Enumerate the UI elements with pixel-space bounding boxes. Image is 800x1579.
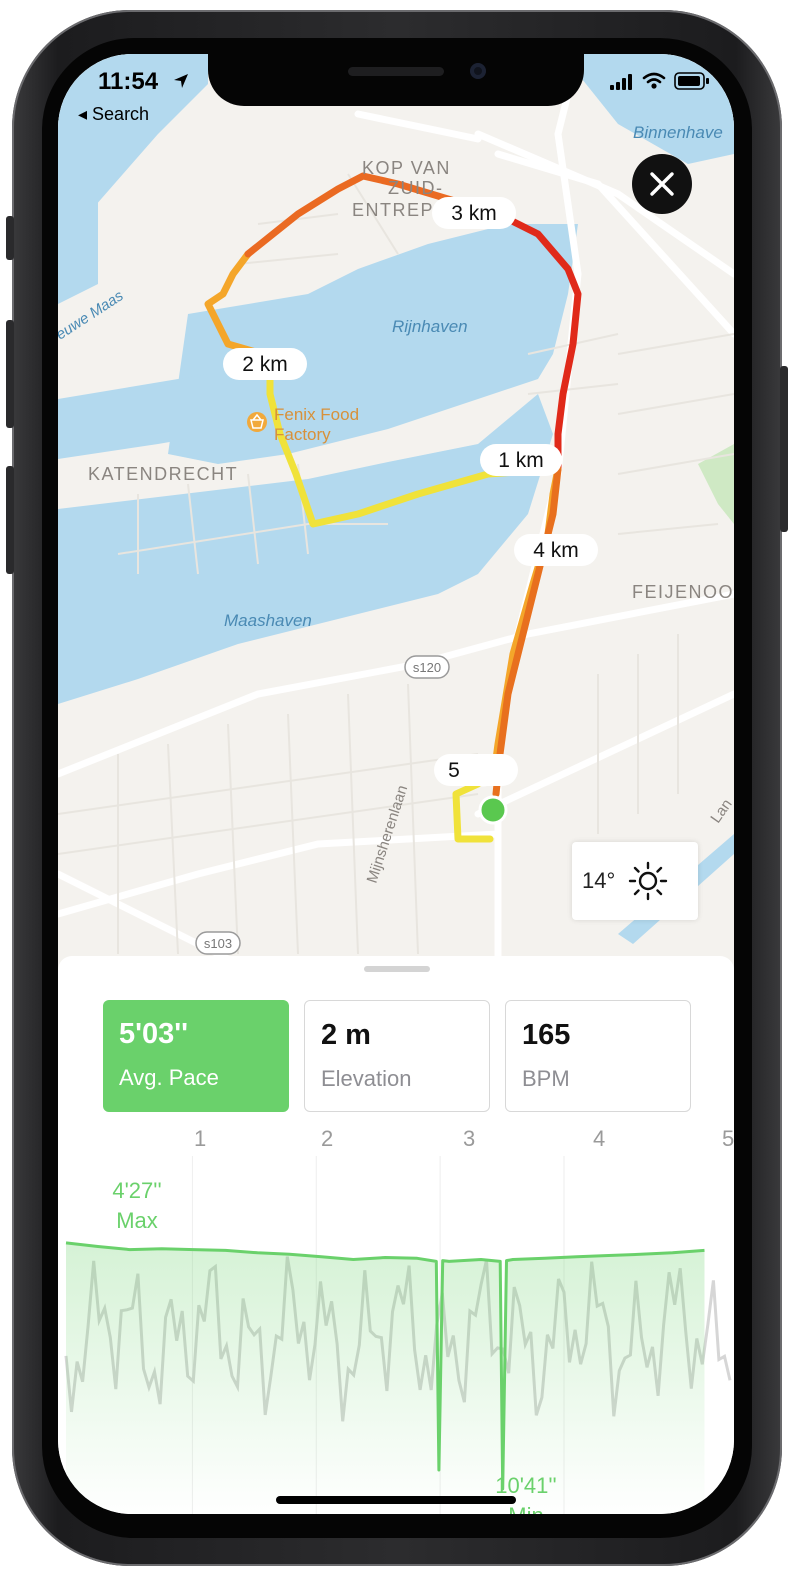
svg-text:2 km: 2 km xyxy=(242,353,288,376)
stat-value: 165 xyxy=(522,1019,571,1051)
stat-label: Elevation xyxy=(321,1066,412,1091)
start-marker[interactable] xyxy=(478,795,508,825)
volume-down-button xyxy=(6,466,14,574)
water-label: Maashaven xyxy=(224,611,312,630)
battery-icon xyxy=(674,72,709,90)
road-badge: s120 xyxy=(404,655,450,679)
svg-text:3 km: 3 km xyxy=(451,202,497,225)
district-label: FEIJENOO xyxy=(632,582,734,602)
back-to-search-link[interactable]: ◂ Search xyxy=(78,104,149,125)
km-axis-tick: 4 xyxy=(593,1126,606,1151)
district-label: ENTREP xyxy=(352,200,434,220)
km-marker-3: 3 km xyxy=(432,197,516,229)
notch xyxy=(208,54,584,106)
km-axis-tick: 2 xyxy=(321,1126,334,1151)
volume-up-button xyxy=(6,320,14,428)
home-indicator[interactable] xyxy=(276,1496,516,1504)
water-label: Binnenhave xyxy=(633,123,723,142)
stat-bpm[interactable]: 165 BPM xyxy=(505,1000,691,1112)
road-badge: s103 xyxy=(195,931,241,955)
close-icon xyxy=(650,172,674,196)
min-pace-label: 10'41'' Min xyxy=(495,1473,557,1514)
stat-avg-pace[interactable]: 5'03'' Avg. Pace xyxy=(103,1000,289,1112)
stat-elevation[interactable]: 2 m Elevation xyxy=(304,1000,490,1112)
pace-area xyxy=(66,1242,705,1514)
svg-text:4 km: 4 km xyxy=(533,539,579,562)
weather-badge: 14° xyxy=(572,842,698,920)
km-marker-1: 1 km xyxy=(480,444,562,476)
stat-value: 2 m xyxy=(321,1019,371,1051)
cellular-signal-icon xyxy=(610,74,632,90)
km-marker-2: 2 km xyxy=(223,348,307,380)
max-pace-label: 4'27'' Max xyxy=(112,1178,162,1233)
district-label: ZUID- xyxy=(388,178,444,198)
workout-details-panel: 5'03'' Avg. Pace 2 m Elevation 165 BPM 1… xyxy=(58,956,734,1514)
speaker xyxy=(348,67,444,76)
close-button[interactable] xyxy=(632,154,692,214)
km-marker-5: 5 xyxy=(434,754,518,786)
mute-switch xyxy=(6,216,14,260)
svg-text:1 km: 1 km xyxy=(498,449,544,472)
water-label: Rijnhaven xyxy=(392,317,468,336)
status-indicators xyxy=(610,72,710,90)
stat-value: 5'03'' xyxy=(119,1018,189,1050)
svg-text:s120: s120 xyxy=(413,660,441,675)
temperature-value: 14° xyxy=(582,868,616,893)
status-time: 11:54 xyxy=(98,68,159,95)
km-axis-tick: 1 xyxy=(194,1126,207,1151)
svg-text:s103: s103 xyxy=(204,936,232,951)
svg-text:Fenix Food: Fenix Food xyxy=(274,405,359,424)
sheet-grabber[interactable] xyxy=(364,966,430,972)
location-arrow-icon xyxy=(174,74,188,88)
svg-text:5: 5 xyxy=(448,759,460,782)
water-body xyxy=(58,164,98,304)
sun-icon xyxy=(628,861,668,901)
side-button xyxy=(780,366,788,532)
svg-text:Factory: Factory xyxy=(274,425,331,444)
district-label: KOP VAN xyxy=(362,158,451,178)
wifi-icon xyxy=(642,72,666,89)
front-camera xyxy=(470,63,486,79)
district-label: KATENDRECHT xyxy=(88,464,238,484)
km-axis-tick: 3 xyxy=(463,1126,476,1151)
km-marker-4: 4 km xyxy=(514,534,598,566)
stat-label: Avg. Pace xyxy=(119,1065,219,1090)
km-axis-tick: 5 xyxy=(722,1126,734,1151)
screen: 1 km 2 km 3 km 4 km 5 Binnenhave Rijnhav… xyxy=(58,54,734,1514)
stat-label: BPM xyxy=(522,1066,570,1091)
